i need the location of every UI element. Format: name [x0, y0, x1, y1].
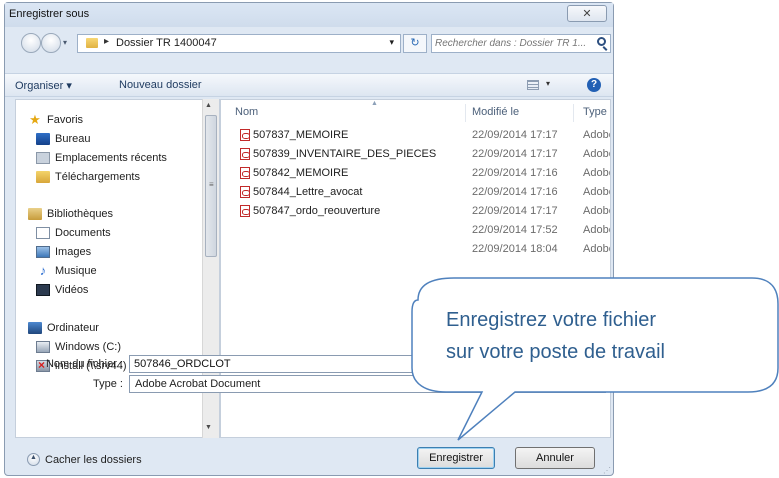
breadcrumb-separator[interactable]: ▸ [104, 36, 109, 47]
recent-pages-dropdown[interactable]: ▾ [63, 38, 67, 47]
file-row[interactable]: 22/09/2014 18:04Adobe [221, 240, 610, 259]
nav-item-recent-places[interactable]: Emplacements récents [36, 152, 167, 164]
back-button[interactable] [21, 33, 41, 53]
video-icon [36, 284, 50, 296]
file-row[interactable]: 507847_ordo_reouverture 22/09/2014 17:17 A… [221, 202, 610, 221]
view-dropdown-arrow[interactable]: ▾ [546, 79, 550, 88]
pdf-file-icon [240, 186, 250, 198]
organize-menu[interactable]: Organiser ▾ [15, 79, 72, 92]
callout-text: Enregistrez votre fichier sur votre post… [446, 304, 770, 368]
file-row[interactable]: 507839_INVENTAIRE_DES_PIECES 22/09/2014 1… [221, 145, 610, 164]
scrollbar-thumb[interactable]: ≡ [205, 115, 217, 257]
column-header-type[interactable]: Type [583, 106, 607, 118]
pdf-file-icon [240, 167, 250, 179]
sort-arrow-icon: ▲ [371, 100, 378, 107]
column-divider[interactable] [465, 104, 466, 122]
scroll-down-arrow[interactable]: ▼ [205, 424, 212, 431]
file-row[interactable]: 507844_Lettre_avocat 22/09/2014 17:16 Adob… [221, 183, 610, 202]
nav-item-videos[interactable]: Vidéos [36, 284, 88, 296]
chevron-down-icon[interactable]: ▼ [593, 379, 601, 388]
address-dropdown-arrow[interactable]: ▾ [389, 37, 394, 48]
nav-item-images[interactable]: Images [36, 246, 91, 258]
new-folder-button[interactable]: Nouveau dossier [119, 79, 202, 91]
cancel-button[interactable]: Annuler [515, 447, 595, 469]
resize-grip[interactable]: ⋰ [603, 466, 611, 475]
title-bar[interactable]: Enregistrer sous ✕ [5, 3, 613, 27]
column-divider[interactable] [573, 104, 574, 122]
nav-item-documents[interactable]: Documents [36, 227, 111, 239]
pdf-file-icon [240, 148, 250, 160]
command-bar: Organiser ▾ Nouveau dossier ▾ ? [5, 73, 613, 97]
save-button[interactable]: Enregistrer [417, 447, 495, 469]
collapse-folders-icon[interactable] [27, 453, 40, 466]
dialog-title: Enregistrer sous [9, 8, 90, 20]
file-row[interactable]: 22/09/2014 17:52Adobe [221, 221, 610, 240]
view-options-icon[interactable] [527, 80, 539, 90]
folder-icon [86, 38, 98, 48]
downloads-folder-icon [36, 171, 50, 183]
file-row[interactable]: 507842_MEMOIRE22/09/2014 17:16Adobe [221, 164, 610, 183]
dialog-footer: Cacher les dossiers Enregistrer Annuler … [5, 441, 613, 477]
help-icon[interactable]: ? [587, 78, 601, 92]
nav-item-music[interactable]: ♪ Musique [36, 263, 97, 278]
filetype-select[interactable]: Adobe Acrobat Document ▼ [129, 375, 606, 393]
computer-icon [28, 322, 42, 334]
recent-places-icon [36, 152, 50, 164]
scrollbar-grip: ≡ [209, 180, 214, 189]
desktop-icon [36, 133, 50, 145]
file-row[interactable]: 507837_MEMOIRE22/09/2014 17:17Adobe [221, 126, 610, 145]
address-row: ▾ ▸ Dossier TR 1400047 ▾ ↻ [5, 29, 613, 59]
star-icon: ★ [29, 112, 41, 127]
library-icon [28, 208, 42, 220]
picture-icon [36, 246, 50, 258]
refresh-button[interactable]: ↻ [403, 34, 427, 53]
pdf-file-icon [240, 129, 250, 141]
nav-item-drive-c[interactable]: Windows (C:) [36, 341, 121, 353]
nav-item-downloads[interactable]: Téléchargements [36, 171, 140, 183]
nav-item-desktop[interactable]: Bureau [36, 133, 90, 145]
save-as-dialog: Enregistrer sous ✕ ▾ ▸ Dossier TR 140004… [4, 2, 614, 476]
drive-icon [36, 341, 50, 353]
music-note-icon: ♪ [39, 263, 47, 278]
column-header-name[interactable]: Nom [235, 106, 258, 118]
document-icon [36, 227, 50, 239]
search-icon[interactable] [597, 37, 606, 46]
close-button[interactable]: ✕ [567, 5, 607, 22]
filetype-value: Adobe Acrobat Document [135, 378, 261, 390]
filename-label: Nom du fichier : [45, 358, 123, 370]
breadcrumb-folder[interactable]: Dossier TR 1400047 [116, 37, 217, 49]
nav-item-computer[interactable]: Ordinateur [28, 322, 99, 334]
hide-folders-link[interactable]: Cacher les dossiers [45, 454, 142, 466]
nav-item-libraries[interactable]: Bibliothèques [28, 208, 113, 220]
pdf-file-icon [240, 205, 250, 217]
nav-item-favorites[interactable]: ★ Favoris [28, 112, 83, 127]
search-input[interactable] [435, 36, 587, 51]
filetype-label: Type : [93, 378, 123, 390]
search-box[interactable] [431, 34, 611, 53]
address-bar[interactable]: ▸ Dossier TR 1400047 ▾ [77, 34, 401, 53]
callout-line-1: Enregistrez votre fichier [446, 309, 657, 331]
forward-button[interactable] [41, 33, 61, 53]
scroll-up-arrow[interactable]: ▲ [205, 102, 212, 109]
column-header-modified[interactable]: Modifié le [472, 106, 519, 118]
callout-line-2: sur votre poste de travail [446, 341, 665, 363]
